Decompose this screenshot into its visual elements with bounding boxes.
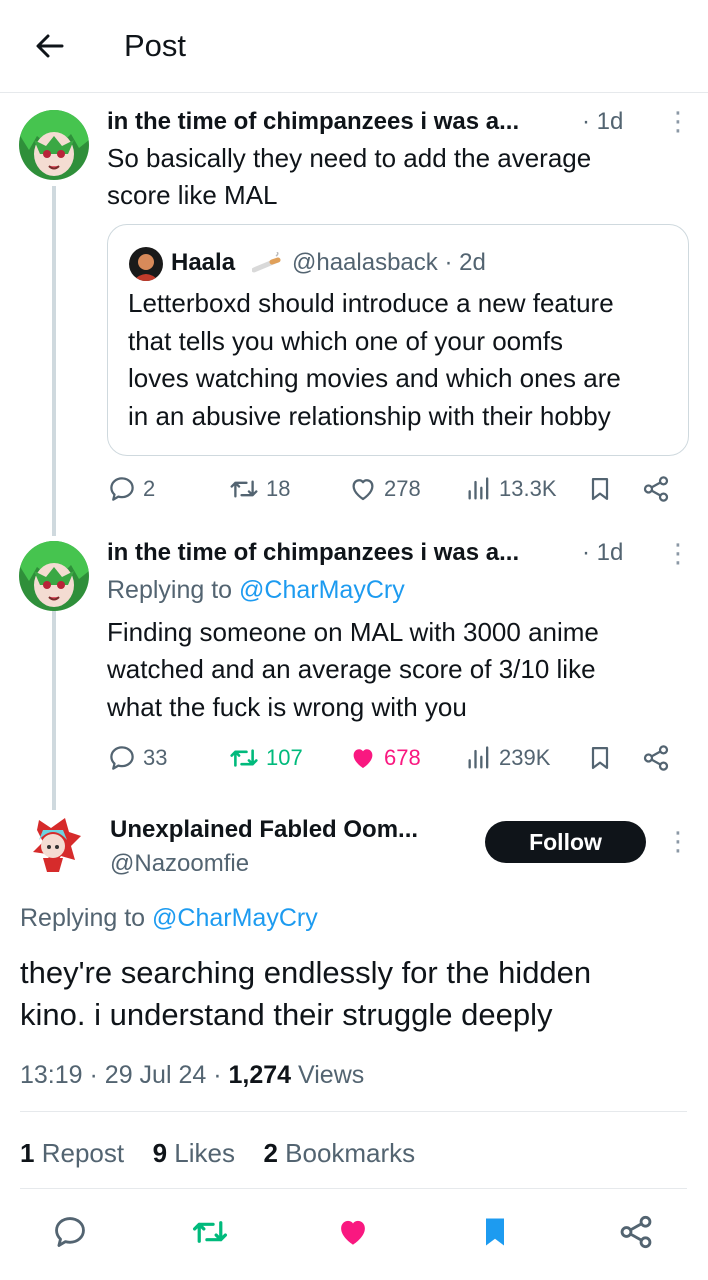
more-options-icon[interactable]: ⋮ [665, 106, 691, 137]
post-text-line: what the fuck is wrong with you [107, 692, 467, 722]
cigarette-icon [251, 251, 282, 281]
avatar[interactable] [19, 541, 89, 611]
repost-button[interactable]: 107 [228, 743, 303, 773]
share-icon[interactable] [617, 1213, 655, 1256]
quote-text-line: loves watching movies and which ones are [128, 363, 621, 393]
bookmark-icon[interactable] [586, 743, 614, 778]
post-text-line: kino. i understand their struggle deeply [20, 997, 553, 1032]
heart-icon [352, 479, 374, 501]
post-time: · 1d [582, 539, 624, 566]
quote-handle: @haalasback · 2d [292, 249, 486, 276]
views-button[interactable]: 239K [465, 743, 550, 773]
page-title: Post [124, 28, 187, 63]
author-name[interactable]: in the time of chimpanzees i was a... [107, 539, 519, 567]
views-count: 13.3K [499, 476, 557, 501]
quote-text-line: Letterboxd should introduce a new featur… [128, 288, 614, 318]
replying-to: Replying to @CharMayCry [20, 904, 318, 932]
quote-avatar [129, 247, 163, 281]
reply-count: 33 [143, 745, 168, 770]
thread-line [52, 186, 56, 536]
reply-button[interactable]: 2 [107, 474, 155, 504]
post-time: · 1d [582, 108, 624, 135]
stats-row: 1 Repost 9 Likes 2 Bookmarks [20, 1138, 415, 1169]
bookmark-icon[interactable] [586, 474, 614, 509]
like-button[interactable]: 278 [348, 474, 421, 504]
quote-text-line: that tells you which one of your oomfs [128, 326, 564, 356]
thread-line [52, 610, 56, 810]
views-icon [468, 477, 489, 500]
like-count: 678 [384, 745, 421, 770]
more-options-icon[interactable]: ⋮ [665, 826, 691, 857]
views-count: 239K [499, 745, 551, 770]
repost-icon [230, 749, 258, 767]
likes-stat[interactable]: 9 Likes [153, 1138, 235, 1168]
views-icon [468, 746, 489, 769]
post-text-line: So basically they need to add the averag… [107, 143, 592, 173]
repost-button[interactable]: 18 [228, 474, 290, 504]
replying-handle-link[interactable]: @CharMayCry [152, 904, 318, 932]
post-text-line: watched and an average score of 3/10 lik… [107, 654, 596, 684]
back-arrow-icon[interactable] [30, 26, 70, 66]
avatar[interactable] [19, 810, 91, 882]
post-timestamp: 13:19 · 29 Jul 24 · 1,274 Views [20, 1061, 365, 1089]
more-options-icon[interactable]: ⋮ [665, 538, 691, 569]
repost-icon[interactable] [190, 1213, 230, 1256]
reply-button[interactable]: 33 [107, 743, 167, 773]
views-count: 1,274 [228, 1061, 292, 1089]
like-count: 278 [384, 476, 421, 501]
post-text-line: score like MAL [107, 180, 278, 210]
share-icon[interactable] [641, 743, 671, 778]
quote-text-line: in an abusive relationship with their ho… [128, 401, 611, 431]
reply-icon [110, 746, 134, 770]
quote-author-name: Haala [171, 249, 236, 276]
replying-to: Replying to @CharMayCry [107, 576, 405, 604]
bookmark-icon[interactable] [477, 1213, 513, 1256]
heart-icon[interactable] [334, 1213, 372, 1256]
divider [20, 1188, 687, 1189]
avatar[interactable] [19, 110, 89, 180]
repost-count: 18 [266, 476, 291, 501]
post-text-line: Finding someone on MAL with 3000 anime [107, 617, 599, 647]
replying-handle-link[interactable]: @CharMayCry [239, 576, 405, 604]
follow-button[interactable]: Follow [485, 821, 646, 863]
repost-icon [230, 480, 258, 498]
reply-icon[interactable] [51, 1213, 89, 1256]
reply-count: 2 [143, 476, 156, 501]
author-handle[interactable]: @Nazoomfie [110, 850, 249, 878]
heart-icon [353, 749, 373, 768]
author-name[interactable]: in the time of chimpanzees i was a... [107, 108, 519, 136]
like-button[interactable]: 678 [348, 743, 421, 773]
repost-count: 107 [266, 745, 303, 770]
top-bar [0, 0, 708, 93]
reply-icon [110, 477, 134, 501]
share-icon[interactable] [641, 474, 671, 509]
views-button[interactable]: 13.3K [465, 474, 557, 504]
divider [20, 1111, 687, 1112]
author-name[interactable]: Unexplained Fabled Oom... [110, 816, 418, 844]
post-text-line: they're searching endlessly for the hidd… [20, 955, 592, 990]
reposts-stat[interactable]: 1 Repost [20, 1138, 124, 1168]
bookmarks-stat[interactable]: 2 Bookmarks [263, 1138, 415, 1168]
